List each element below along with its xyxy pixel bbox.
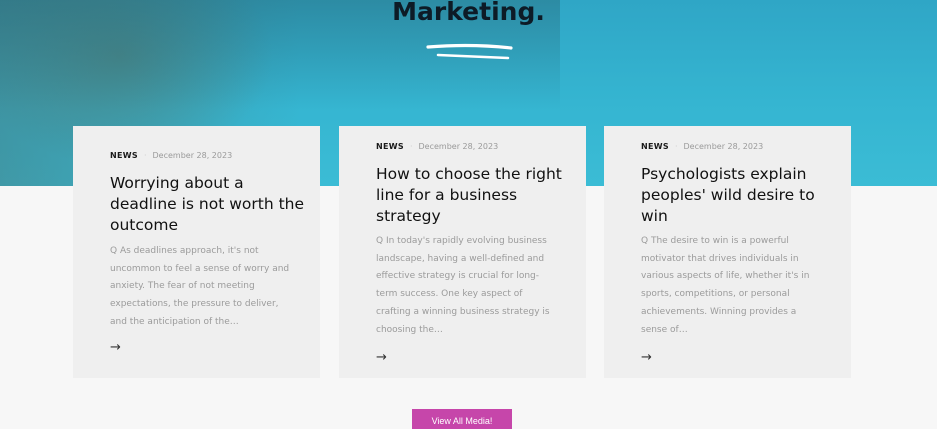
article-card[interactable]: NEWS · December 28, 2023 Worrying about … bbox=[73, 126, 320, 378]
category-link[interactable]: NEWS bbox=[641, 142, 669, 151]
article-excerpt: Q The desire to win is a powerful motiva… bbox=[641, 236, 810, 335]
meta-separator: · bbox=[143, 151, 147, 160]
article-card[interactable]: NEWS · December 28, 2023 Psychologists e… bbox=[604, 126, 851, 378]
section-title: Marketing. bbox=[392, 0, 545, 26]
article-excerpt: Q As deadlines approach, it's not uncomm… bbox=[110, 246, 290, 327]
category-link[interactable]: NEWS bbox=[110, 151, 138, 160]
view-all-media-button[interactable]: View All Media! bbox=[412, 409, 512, 429]
read-more-arrow-icon[interactable]: → bbox=[110, 340, 121, 355]
article-meta: NEWS · December 28, 2023 bbox=[641, 142, 763, 151]
meta-separator: · bbox=[674, 142, 678, 151]
article-excerpt: Q In today's rapidly evolving business l… bbox=[376, 236, 550, 335]
article-title[interactable]: Worrying about a deadline is not worth t… bbox=[110, 173, 310, 236]
article-card[interactable]: NEWS · December 28, 2023 How to choose t… bbox=[339, 126, 586, 378]
article-title[interactable]: Psychologists explain peoples' wild desi… bbox=[641, 164, 831, 227]
title-underline-brush bbox=[426, 44, 513, 60]
article-date: December 28, 2023 bbox=[418, 142, 499, 151]
read-more-arrow-icon[interactable]: → bbox=[641, 350, 652, 365]
article-date: December 28, 2023 bbox=[683, 142, 764, 151]
category-link[interactable]: NEWS bbox=[376, 142, 404, 151]
article-meta: NEWS · December 28, 2023 bbox=[376, 142, 498, 151]
read-more-arrow-icon[interactable]: → bbox=[376, 350, 387, 365]
article-meta: NEWS · December 28, 2023 bbox=[110, 151, 232, 160]
meta-separator: · bbox=[409, 142, 413, 151]
article-date: December 28, 2023 bbox=[152, 151, 233, 160]
article-title[interactable]: How to choose the right line for a busin… bbox=[376, 164, 576, 227]
